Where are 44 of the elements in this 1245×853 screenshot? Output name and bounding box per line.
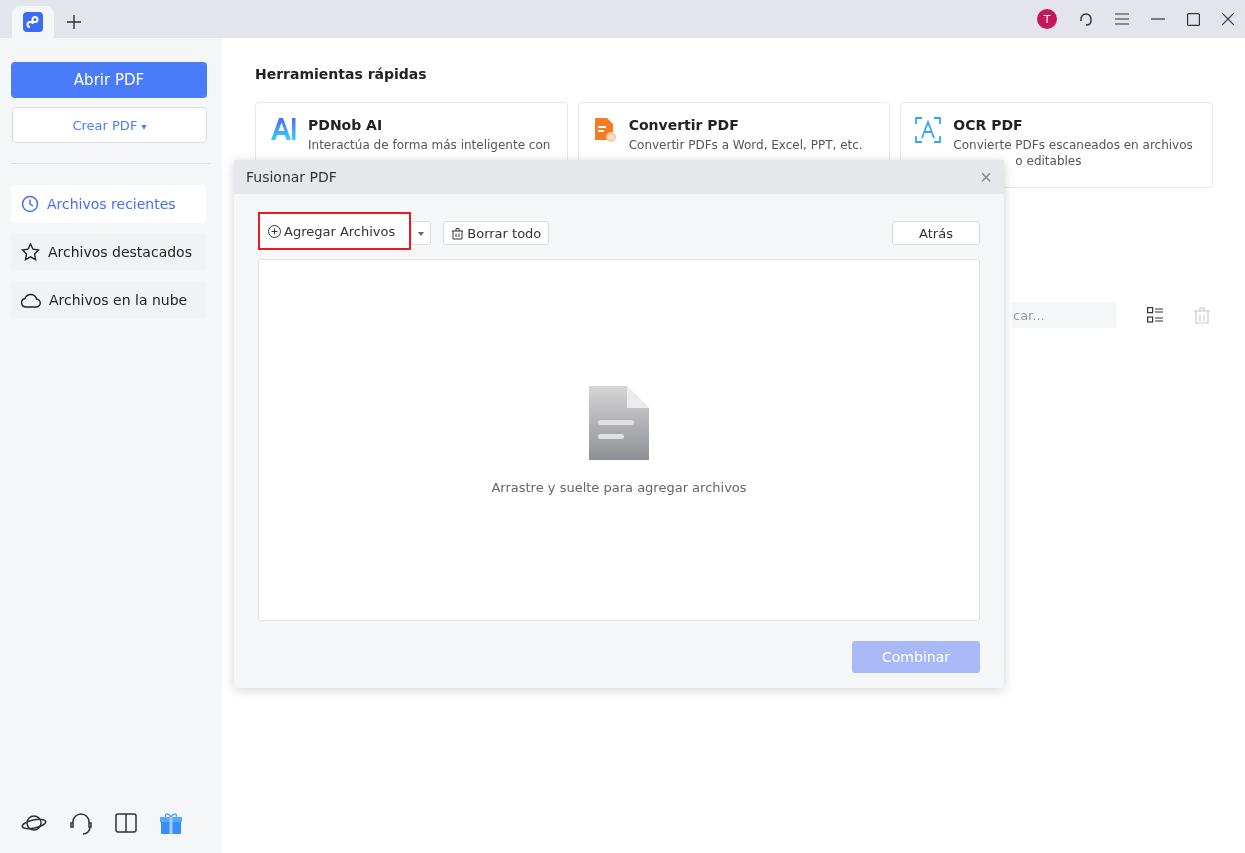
tool-description: o editables — [1014, 153, 1083, 169]
tool-title: Convertir PDF — [628, 117, 740, 133]
app-logo-icon — [23, 12, 43, 32]
user-avatar[interactable]: T — [1037, 9, 1057, 29]
clear-all-button[interactable]: Borrar todo — [443, 221, 550, 245]
plus-circle-icon — [268, 224, 281, 238]
tool-description: Interactúa de forma más inteligente con — [308, 137, 551, 153]
maximize-icon[interactable] — [1187, 12, 1200, 26]
drop-zone[interactable]: Arrastre y suelte para agregar archivos — [258, 259, 980, 621]
sidebar-item-label: Archivos destacados — [48, 244, 192, 260]
gift-icon[interactable] — [159, 811, 183, 835]
sidebar-item[interactable]: Archivos destacados — [11, 233, 206, 271]
sidebar-item-label: Archivos recientes — [47, 196, 176, 212]
close-icon[interactable] — [1222, 13, 1234, 25]
trash-icon — [451, 226, 465, 240]
app-tab[interactable] — [12, 6, 54, 38]
create-pdf-button[interactable]: Crear PDF ▾ — [12, 107, 207, 143]
tool-description: Convertir PDFs a Word, Excel, PPT, etc. — [628, 137, 863, 153]
search-field[interactable]: car... — [1012, 302, 1117, 328]
section-title: Herramientas rápidas — [255, 66, 428, 82]
caret-icon — [418, 232, 425, 236]
list-view-icon[interactable] — [1147, 307, 1163, 323]
tool-title: PDNob AI — [308, 117, 384, 133]
planet-icon[interactable] — [21, 813, 47, 833]
tool-description: Convierte PDFs escaneados en archivos — [953, 137, 1193, 153]
dropdown-button[interactable] — [411, 221, 432, 245]
back-button[interactable]: Atrás — [892, 221, 980, 245]
star-icon — [21, 243, 40, 261]
clock-icon — [21, 195, 39, 213]
menu-icon[interactable] — [1115, 13, 1129, 25]
document-convert-icon — [592, 117, 617, 143]
add-files-button[interactable]: Agregar Archivos — [258, 212, 412, 250]
sidebar-item[interactable]: Archivos en la nube — [11, 281, 206, 319]
sidebar-item-label: Archivos en la nube — [49, 292, 188, 308]
document-icon — [589, 385, 649, 460]
sidebar-item[interactable]: Archivos recientes — [11, 185, 206, 223]
cloud-icon — [21, 292, 41, 308]
ai-icon — [270, 117, 296, 141]
ocr-icon — [915, 117, 942, 143]
plus-icon[interactable] — [66, 14, 82, 30]
open-pdf-button[interactable]: Abrir PDF — [11, 62, 207, 98]
tool-title: OCR PDF — [953, 117, 1024, 133]
drop-hint: Arrastre y suelte para agregar archivos — [491, 479, 747, 495]
book-icon[interactable] — [115, 813, 137, 833]
